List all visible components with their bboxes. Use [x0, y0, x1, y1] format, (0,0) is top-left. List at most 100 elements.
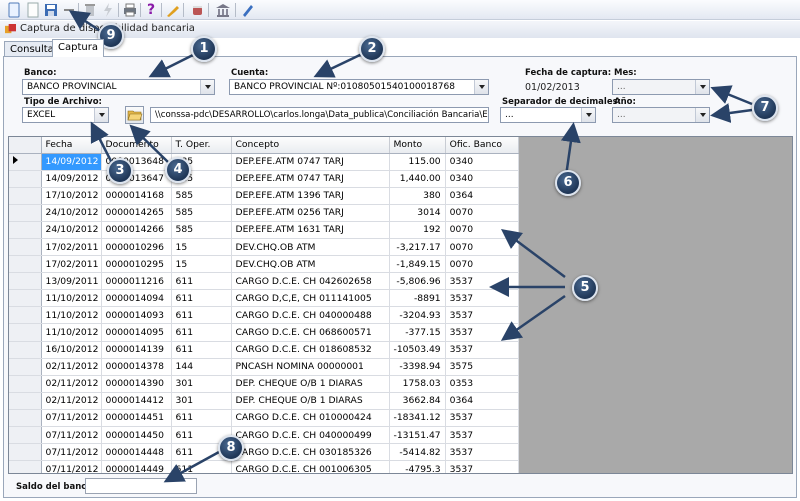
cell-concepto[interactable]: DEP.EFE.ATM 0747 TARJ — [231, 153, 390, 171]
separador-select[interactable]: ... — [500, 107, 596, 123]
cell-documento[interactable]: 0000014265 — [101, 204, 172, 222]
cell-ofic-banco[interactable]: 0353 — [445, 375, 519, 393]
row-header[interactable] — [9, 238, 42, 257]
row-header[interactable] — [9, 170, 42, 188]
row-header[interactable] — [9, 153, 42, 171]
cell-t-oper[interactable]: 611 — [171, 409, 232, 428]
cell-fecha[interactable]: 24/10/2012 — [41, 221, 102, 239]
cell-concepto[interactable]: DEP. CHEQUE O/B 1 DIARAS — [231, 375, 390, 393]
cell-documento[interactable]: 0000014448 — [101, 443, 172, 462]
cell-ofic-banco[interactable]: 3537 — [445, 272, 519, 291]
table-row[interactable]: 17/02/2011 0000010295 15 DEV.CHQ.OB ATM -1,8… — [9, 255, 519, 274]
help-icon[interactable]: ? — [143, 2, 159, 18]
save-icon[interactable] — [43, 2, 59, 18]
cuenta-select[interactable]: BANCO PROVINCIAL Nº:01080501540100018768 — [229, 79, 489, 95]
cell-ofic-banco[interactable]: 0364 — [445, 392, 519, 410]
cell-t-oper[interactable]: 585 — [171, 187, 232, 205]
cell-fecha[interactable]: 07/11/2012 — [41, 426, 102, 445]
table-row[interactable]: 13/09/2011 0000011216 611 CARGO D.C.E. CH 0… — [9, 272, 519, 291]
cup-icon[interactable] — [190, 2, 206, 18]
browse-button[interactable] — [125, 106, 144, 124]
new-icon[interactable] — [6, 2, 22, 18]
cell-ofic-banco[interactable]: 3537 — [445, 409, 519, 428]
cell-t-oper[interactable]: 301 — [171, 392, 232, 410]
cell-documento[interactable]: 0000014451 — [101, 409, 172, 428]
row-header[interactable] — [9, 306, 42, 325]
col-header-concepto[interactable]: Concepto — [231, 137, 390, 154]
cell-concepto[interactable]: PNCASH NOMINA 00000001 — [231, 358, 390, 376]
banco-select[interactable]: BANCO PROVINCIAL — [22, 79, 215, 95]
cell-monto[interactable]: 380 — [389, 187, 446, 205]
cell-documento[interactable]: 0000014449 — [101, 460, 172, 473]
cell-monto[interactable]: -5414.82 — [389, 443, 446, 462]
cell-documento[interactable]: 0000014095 — [101, 323, 172, 342]
cell-documento[interactable]: 0000014266 — [101, 221, 172, 239]
cell-ofic-banco[interactable]: 0070 — [445, 204, 519, 222]
cell-t-oper[interactable]: 611 — [171, 341, 232, 359]
cell-t-oper[interactable]: 611 — [171, 306, 232, 325]
cell-documento[interactable]: 0000014378 — [101, 358, 172, 376]
cell-documento[interactable]: 0000014094 — [101, 289, 172, 308]
cell-monto[interactable]: -1,849.15 — [389, 255, 446, 274]
cell-monto[interactable]: 1,440.00 — [389, 170, 446, 188]
cell-monto[interactable]: -18341.12 — [389, 409, 446, 428]
table-row[interactable]: 14/09/20120000013647585DEP.EFE.ATM 0747 … — [9, 170, 519, 188]
cell-monto[interactable]: -3,217.17 — [389, 238, 446, 257]
cell-ofic-banco[interactable]: 3537 — [445, 306, 519, 325]
cell-ofic-banco[interactable]: 0340 — [445, 170, 519, 188]
cell-documento[interactable]: 0000014390 — [101, 375, 172, 393]
table-row[interactable]: 02/11/2012 0000014412 301 DEP. CHEQUE O/B 1… — [9, 392, 519, 410]
table-row[interactable]: 17/02/2011 0000010296 15 DEV.CHQ.OB ATM -3,2… — [9, 238, 519, 257]
tipo-archivo-select[interactable]: EXCEL — [22, 107, 109, 123]
row-header[interactable] — [9, 375, 42, 393]
cell-documento[interactable]: 0000010296 — [101, 238, 172, 257]
cell-ofic-banco[interactable]: 0340 — [445, 153, 519, 171]
col-header-monto[interactable]: Monto — [389, 137, 446, 154]
row-header[interactable] — [9, 289, 42, 308]
cell-ofic-banco[interactable]: 3537 — [445, 443, 519, 462]
cell-t-oper[interactable]: 611 — [171, 323, 232, 342]
table-row[interactable]: 07/11/2012 0000014450 611 CARGO D.C.E. CH 0… — [9, 426, 519, 445]
cell-concepto[interactable]: CARGO D.C.E. CH 040000499 — [231, 426, 390, 445]
cell-fecha[interactable]: 07/11/2012 — [41, 409, 102, 428]
cell-monto[interactable]: -377.15 — [389, 323, 446, 342]
cell-documento[interactable]: 0000010295 — [101, 255, 172, 274]
col-header-documento[interactable]: Documento — [101, 137, 172, 154]
col-header-fecha[interactable]: Fecha — [41, 137, 102, 154]
cell-monto[interactable]: -5,806.96 — [389, 272, 446, 291]
cell-t-oper[interactable]: 301 — [171, 375, 232, 393]
cell-concepto[interactable]: DEP.EFE.ATM 0256 TARJ — [231, 204, 390, 222]
cell-concepto[interactable]: CARGO D.C.E. CH 042602658 — [231, 272, 390, 291]
cell-ofic-banco[interactable]: 3537 — [445, 341, 519, 359]
row-header[interactable] — [9, 221, 42, 239]
row-header[interactable] — [9, 443, 42, 462]
cell-ofic-banco[interactable]: 3575 — [445, 358, 519, 376]
row-header[interactable] — [9, 323, 42, 342]
cell-ofic-banco[interactable]: 3537 — [445, 289, 519, 308]
table-row[interactable]: 07/11/2012 0000014451 611 CARGO D.C.E. CH 0… — [9, 409, 519, 428]
cell-fecha[interactable]: 02/11/2012 — [41, 375, 102, 393]
cell-documento[interactable]: 0000014412 — [101, 392, 172, 410]
cell-t-oper[interactable]: 611 — [171, 460, 232, 473]
cell-concepto[interactable]: DEV.CHQ.OB ATM — [231, 238, 390, 257]
cell-monto[interactable]: -3204.93 — [389, 306, 446, 325]
cell-monto[interactable]: 3014 — [389, 204, 446, 222]
cell-fecha[interactable]: 02/11/2012 — [41, 358, 102, 376]
cell-t-oper[interactable]: 144 — [171, 358, 232, 376]
table-row[interactable]: 11/10/2012 0000014095 611 CARGO D.C.E. CH 0… — [9, 323, 519, 342]
cell-documento[interactable]: 0000014450 — [101, 426, 172, 445]
table-row[interactable]: 16/10/2012 0000014139 611 CARGO D.C.E. CH 0… — [9, 341, 519, 359]
table-row[interactable]: 02/11/2012 0000014378 144 PNCASH NOMINA 000… — [9, 358, 519, 376]
cell-concepto[interactable]: CARGO D.C.E. CH 010000424 — [231, 409, 390, 428]
cell-ofic-banco[interactable]: 3537 — [445, 323, 519, 342]
cell-concepto[interactable]: CARGO D.C.E. CH 030185326 — [231, 443, 390, 462]
cell-documento[interactable]: 0000014093 — [101, 306, 172, 325]
data-grid[interactable]: Fecha Documento T. Oper. Concepto Monto … — [8, 136, 793, 474]
table-row[interactable]: 07/11/2012 0000014448 611 CARGO D.C.E. CH 0… — [9, 443, 519, 462]
cell-concepto[interactable]: CARGO D.C.E. CH 068600571 — [231, 323, 390, 342]
table-row[interactable]: 11/10/2012 0000014094 611 CARGO D,C,E, CH 0… — [9, 289, 519, 308]
cell-fecha[interactable]: 24/10/2012 — [41, 204, 102, 222]
cell-monto[interactable]: 115.00 — [389, 153, 446, 171]
cell-t-oper[interactable]: 15 — [171, 255, 232, 274]
blank-icon[interactable] — [25, 2, 41, 18]
